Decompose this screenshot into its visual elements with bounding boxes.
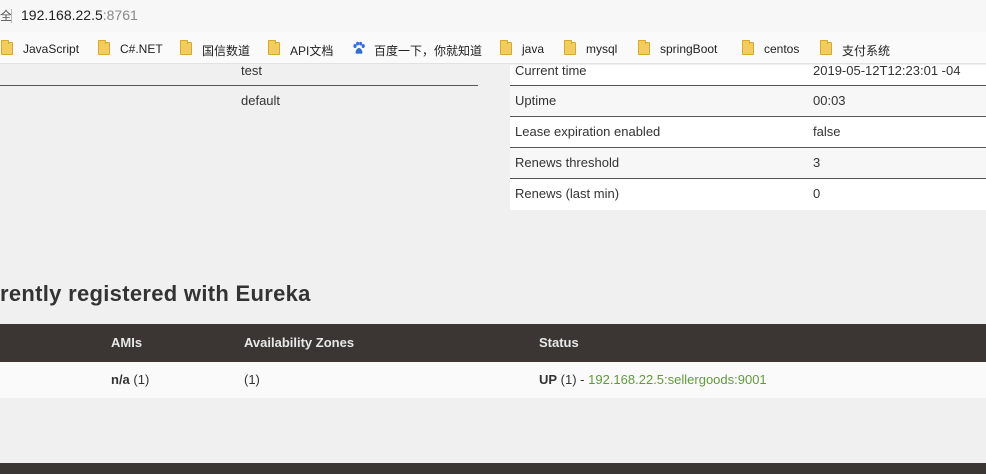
status-key: Renews threshold [515, 155, 620, 170]
environment-value: test [241, 63, 262, 78]
bookmark-label: mysql [586, 42, 618, 56]
table-row: Renews (last min) 0 [510, 179, 986, 210]
url-host: 192.168.22.5 [21, 7, 103, 23]
column-header-status: Status [539, 335, 579, 350]
status-key: Renews (last min) [515, 186, 620, 201]
table-row: Renews threshold 3 [510, 148, 986, 179]
table-row: Uptime 00:03 [510, 86, 986, 117]
bookmark-label: java [522, 42, 545, 56]
folder-icon [820, 40, 832, 55]
url-text[interactable]: 192.168.22.5:8761 [21, 7, 138, 23]
table-row: Lease expiration enabled false [510, 117, 986, 148]
column-header-zones: Availability Zones [244, 335, 355, 350]
folder-icon [742, 40, 754, 55]
folder-icon [98, 40, 110, 55]
folder-icon [268, 40, 280, 55]
instances-table: AMIs Availability Zones Status n/a (1) (… [0, 324, 986, 398]
section-title: rently registered with Eureka [0, 281, 311, 306]
status-value: 0 [813, 186, 821, 201]
bookmark-label: JavaScript [23, 42, 80, 56]
address-bar[interactable]: 全 192.168.22.5:8761 [0, 0, 986, 32]
bookmark-label: 国信数道 [202, 44, 251, 58]
table-header: AMIs Availability Zones Status [0, 324, 986, 362]
system-status-table: Current time 2019-05-12T12:23:01 -04 Upt… [510, 63, 986, 210]
amis-value: n/a [111, 372, 130, 387]
folder-icon [564, 40, 576, 55]
folder-icon [1, 40, 13, 55]
zones-cell: (1) [244, 372, 260, 387]
instance-link[interactable]: 192.168.22.5:sellergoods:9001 [588, 372, 767, 387]
status-value: 3 [813, 155, 821, 170]
column-header-amis: AMIs [111, 335, 143, 350]
address-separator [11, 9, 12, 23]
table-row: test [0, 63, 478, 86]
folder-icon [500, 40, 512, 55]
status-value: 2019-05-12T12:23:01 -04 [813, 63, 961, 78]
baidu-paw-icon [353, 41, 365, 54]
next-section-header [0, 463, 986, 474]
eureka-dashboard: test default Current time 2019-05-12T12:… [0, 63, 986, 474]
status-key: Lease expiration enabled [515, 124, 661, 139]
bookmark-label: API文档 [290, 44, 334, 58]
table-row: n/a (1) (1) UP (1) - 192.168.22.5:seller… [0, 362, 986, 398]
status-cell: UP (1) - 192.168.22.5:sellergoods:9001 [539, 372, 767, 387]
status-value: false [813, 124, 841, 139]
table-row: default [0, 86, 478, 117]
environment-table: test default [0, 63, 478, 117]
folder-icon [638, 40, 650, 55]
status-key: Uptime [515, 93, 557, 108]
bookmark-label: C#.NET [120, 42, 163, 56]
status-key: Current time [515, 63, 587, 78]
amis-cell: n/a (1) [111, 372, 149, 387]
table-row: Current time 2019-05-12T12:23:01 -04 [510, 63, 986, 86]
bookmark-label: springBoot [660, 42, 718, 56]
status-count: (1) - [557, 372, 589, 387]
bookmarks-bar: JavaScript C#.NET 国信数道 API文档 百度一下，你就知道 j… [0, 32, 986, 64]
url-port: :8761 [102, 7, 138, 23]
datacenter-value: default [241, 93, 281, 108]
folder-icon [180, 40, 192, 55]
bookmark-label: centos [764, 42, 800, 56]
status-value: 00:03 [813, 93, 846, 108]
amis-count: (1) [129, 372, 150, 387]
bookmark-label: 百度一下，你就知道 [374, 44, 483, 58]
status-up: UP [539, 372, 558, 387]
bookmark-label: 支付系统 [842, 44, 891, 58]
